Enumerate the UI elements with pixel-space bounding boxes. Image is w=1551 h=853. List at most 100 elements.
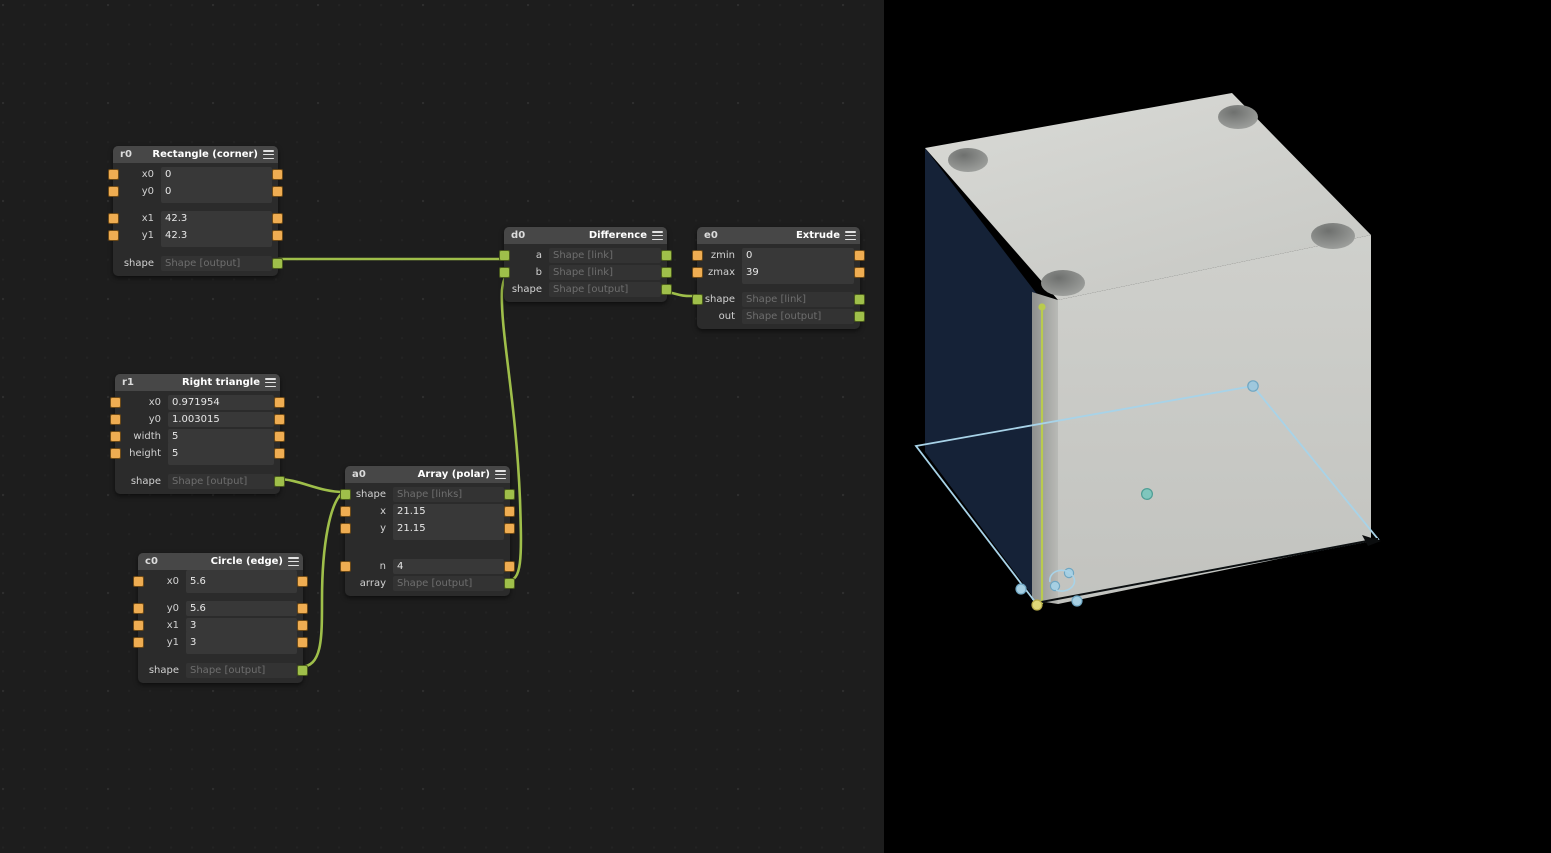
node-header-r0[interactable]: r0 Rectangle (corner) <box>113 146 278 163</box>
output-port-shape[interactable] <box>298 666 307 675</box>
hamburger-icon[interactable] <box>263 150 274 159</box>
sketch-corner-point-top[interactable] <box>1248 381 1258 391</box>
input-port-y1[interactable] <box>134 638 143 647</box>
hamburger-icon[interactable] <box>288 557 299 566</box>
node-row[interactable]: x0 5.6 <box>138 573 303 590</box>
node-row[interactable]: x0 0.971954 <box>115 394 280 411</box>
input-port-x0[interactable] <box>134 577 143 586</box>
sketch-point-right[interactable] <box>1072 596 1082 606</box>
hamburger-icon[interactable] <box>845 231 856 240</box>
value-field-x0[interactable]: 5.6 <box>186 570 297 593</box>
input-port-shape[interactable] <box>341 490 350 499</box>
value-field-y0[interactable]: 0 <box>161 180 272 203</box>
value-field-y0[interactable]: 1.003015 <box>168 412 274 427</box>
3d-scene[interactable] <box>884 0 1551 853</box>
node-row[interactable]: height 5 <box>115 445 280 462</box>
input-port-n[interactable] <box>341 562 350 571</box>
node-array-polar[interactable]: a0 Array (polar) shape Shape [links] x 2… <box>345 466 510 596</box>
input-port-width[interactable] <box>111 432 120 441</box>
output-port-shape[interactable] <box>273 259 282 268</box>
sketch-center-point[interactable] <box>1142 489 1153 500</box>
extrude-handle-point-top[interactable] <box>1038 303 1045 310</box>
output-port-shape-pass[interactable] <box>505 490 514 499</box>
input-port-zmax[interactable] <box>693 268 702 277</box>
output-port-x0[interactable] <box>273 170 282 179</box>
value-field-y[interactable]: 21.15 <box>393 517 504 540</box>
node-header-d0[interactable]: d0 Difference <box>504 227 667 244</box>
node-graph-panel[interactable]: r0 Rectangle (corner) x0 0 y0 0 <box>0 0 884 853</box>
node-right-triangle[interactable]: r1 Right triangle x0 0.971954 y0 1.00301… <box>115 374 280 494</box>
value-field-y1[interactable]: 3 <box>186 631 297 654</box>
output-port-zmax[interactable] <box>855 268 864 277</box>
input-port-shape[interactable] <box>693 295 702 304</box>
input-port-a[interactable] <box>500 251 509 260</box>
input-port-y0[interactable] <box>109 187 118 196</box>
output-port-x0[interactable] <box>298 577 307 586</box>
node-row[interactable]: y0 5.6 <box>138 600 303 617</box>
output-port-x[interactable] <box>505 507 514 516</box>
output-port-shape-pass[interactable] <box>855 295 864 304</box>
output-port-y[interactable] <box>505 524 514 533</box>
node-row[interactable]: y1 42.3 <box>113 227 278 244</box>
node-row[interactable]: zmax 39 <box>697 264 860 281</box>
input-port-x1[interactable] <box>134 621 143 630</box>
node-row[interactable]: shape Shape [output] <box>113 255 278 272</box>
input-port-y0[interactable] <box>134 604 143 613</box>
output-port-height[interactable] <box>275 449 284 458</box>
output-port-y0[interactable] <box>298 604 307 613</box>
output-port-x0[interactable] <box>275 398 284 407</box>
3d-viewport[interactable] <box>884 0 1551 853</box>
node-difference[interactable]: d0 Difference a Shape [link] b Shape [li… <box>504 227 667 302</box>
node-row[interactable]: out Shape [output] <box>697 308 860 325</box>
hamburger-icon[interactable] <box>652 231 663 240</box>
value-field-x0[interactable]: 0.971954 <box>168 395 274 410</box>
node-header-e0[interactable]: e0 Extrude <box>697 227 860 244</box>
node-rectangle-corner[interactable]: r0 Rectangle (corner) x0 0 y0 0 <box>113 146 278 276</box>
value-field-y0[interactable]: 5.6 <box>186 601 297 616</box>
node-header-a0[interactable]: a0 Array (polar) <box>345 466 510 483</box>
output-port-shape[interactable] <box>662 285 671 294</box>
output-port-y0[interactable] <box>273 187 282 196</box>
input-port-x0[interactable] <box>109 170 118 179</box>
output-port-y1[interactable] <box>298 638 307 647</box>
input-port-y1[interactable] <box>109 231 118 240</box>
output-port-n[interactable] <box>505 562 514 571</box>
input-port-b[interactable] <box>500 268 509 277</box>
output-port-y0[interactable] <box>275 415 284 424</box>
node-row[interactable]: array Shape [output] <box>345 575 510 592</box>
sketch-point-left[interactable] <box>1016 584 1026 594</box>
hamburger-icon[interactable] <box>265 378 276 387</box>
output-port-array[interactable] <box>505 579 514 588</box>
node-row[interactable]: shape Shape [output] <box>138 662 303 679</box>
output-port-y1[interactable] <box>273 231 282 240</box>
output-port-x1[interactable] <box>298 621 307 630</box>
output-port-x1[interactable] <box>273 214 282 223</box>
output-port-b[interactable] <box>662 268 671 277</box>
node-row[interactable]: shape Shape [output] <box>504 281 667 298</box>
node-extrude[interactable]: e0 Extrude zmin 0 zmax 39 <box>697 227 860 329</box>
output-port-a[interactable] <box>662 251 671 260</box>
value-field-y1[interactable]: 42.3 <box>161 224 272 247</box>
node-row[interactable]: y0 1.003015 <box>115 411 280 428</box>
output-port-out[interactable] <box>855 312 864 321</box>
output-port-zmin[interactable] <box>855 251 864 260</box>
node-row[interactable]: y 21.15 <box>345 520 510 537</box>
node-row[interactable]: shape Shape [links] <box>345 486 510 503</box>
input-port-y[interactable] <box>341 524 350 533</box>
sketch-arc-point-b[interactable] <box>1050 581 1059 590</box>
node-header-c0[interactable]: c0 Circle (edge) <box>138 553 303 570</box>
node-row[interactable]: b Shape [link] <box>504 264 667 281</box>
node-header-r1[interactable]: r1 Right triangle <box>115 374 280 391</box>
sketch-origin-point[interactable] <box>1032 600 1042 610</box>
node-row[interactable]: n 4 <box>345 558 510 575</box>
input-port-x[interactable] <box>341 507 350 516</box>
input-port-height[interactable] <box>111 449 120 458</box>
hamburger-icon[interactable] <box>495 470 506 479</box>
value-field-n[interactable]: 4 <box>393 559 504 574</box>
input-port-x0[interactable] <box>111 398 120 407</box>
input-port-x1[interactable] <box>109 214 118 223</box>
output-port-shape[interactable] <box>275 477 284 486</box>
node-row[interactable]: y0 0 <box>113 183 278 200</box>
value-field-zmax[interactable]: 39 <box>742 261 854 284</box>
node-row[interactable]: y1 3 <box>138 634 303 651</box>
